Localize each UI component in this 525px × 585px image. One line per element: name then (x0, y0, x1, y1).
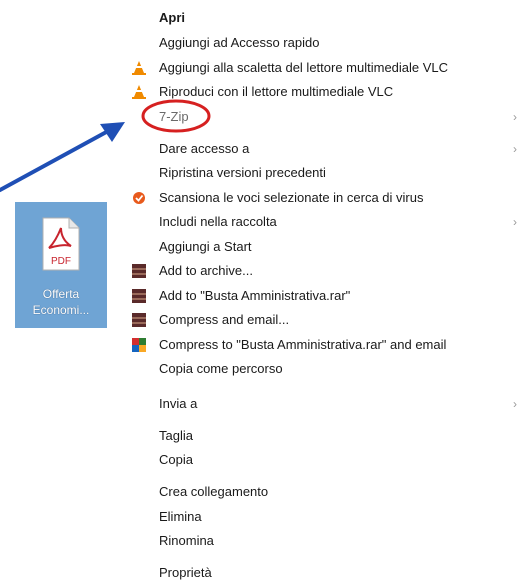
annotation-circle (141, 99, 211, 133)
annotation-overlay (0, 99, 211, 192)
annotation-arrow-shaft (0, 128, 112, 192)
